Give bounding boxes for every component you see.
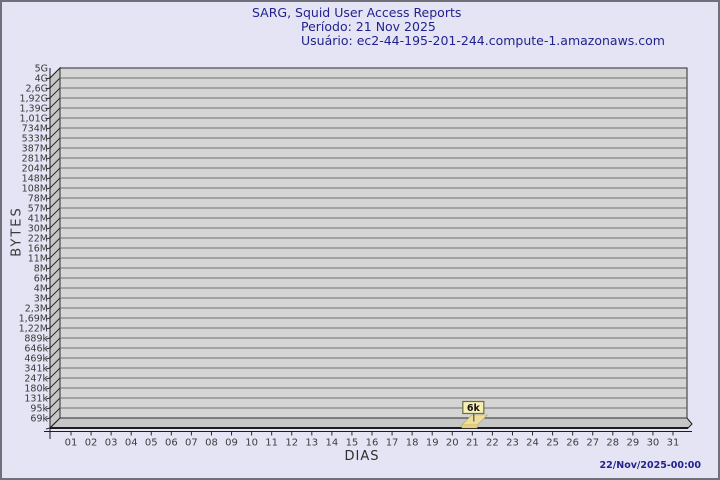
generated-timestamp: 22/Nov/2025-00:00 [599,460,701,471]
x-tick-label: 04 [125,438,138,449]
x-tick-label: 05 [145,438,158,449]
x-tick-label: 08 [205,438,218,449]
x-tick-label: 22 [486,438,499,449]
x-tick-label: 25 [546,438,559,449]
x-tick-label: 31 [667,438,680,449]
x-tick-label: 11 [265,438,278,449]
plot-floor [48,417,693,429]
x-tick-label: 29 [626,438,639,449]
x-tick-label: 28 [606,438,619,449]
x-tick-label: 17 [386,438,399,449]
sarg-report-window: SARG, Squid User Access Reports Período:… [0,0,720,480]
x-tick-label: 12 [285,438,298,449]
x-tick-label: 19 [426,438,439,449]
x-tick-label: 30 [647,438,660,449]
x-tick-label: 09 [225,438,238,449]
bar-front-face [461,424,478,429]
x-tick-label: 26 [566,438,579,449]
x-tick-label: 02 [85,438,98,449]
plot-left-wall [49,66,61,430]
x-tick-label: 06 [165,438,178,449]
y-axis-title: BYTES [9,206,25,257]
bytes-per-day-chart: 5G4G2,6G1,92G1,39G1,01G734M533M387M281M2… [19,64,693,449]
x-tick-label: 10 [245,438,258,449]
x-tick-label: 01 [65,438,78,449]
x-tick-label: 20 [446,438,459,449]
x-tick-label: 16 [366,438,379,449]
x-tick-label: 07 [185,438,198,449]
x-tick-label: 23 [506,438,519,449]
x-tick-label: 24 [526,438,539,449]
y-tick-label: 69k [30,414,48,425]
x-tick-label: 13 [305,438,318,449]
x-tick-label: 21 [466,438,479,449]
x-tick-label: 27 [586,438,599,449]
x-tick-label: 14 [325,438,338,449]
plot-area [59,67,688,419]
x-tick-label: 18 [406,438,419,449]
x-tick-label: 15 [346,438,359,449]
x-tick-label: 03 [105,438,118,449]
bar-value-label: 6k [467,403,481,414]
y-tick [45,427,51,430]
